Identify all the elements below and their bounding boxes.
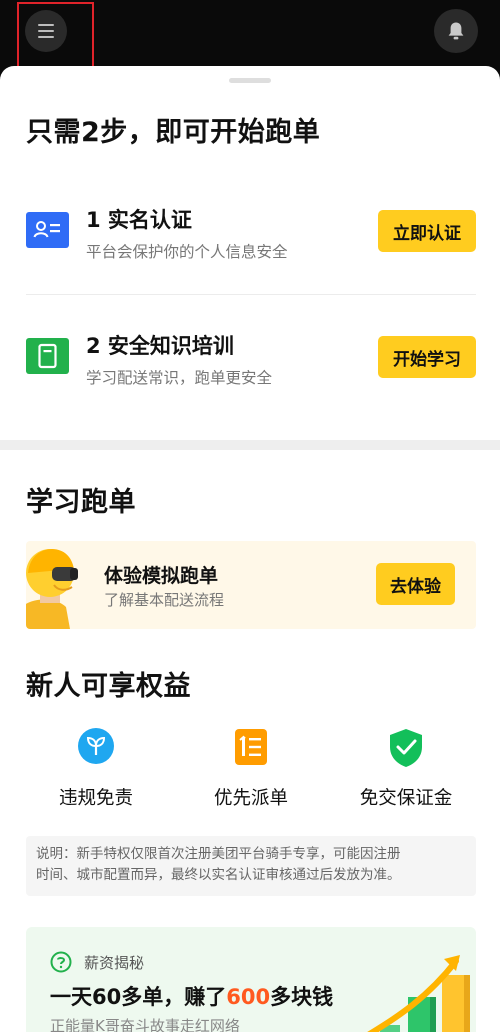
divider xyxy=(26,294,476,295)
growth-chart-illustration xyxy=(367,955,470,1032)
learn-title: 学习跑单 xyxy=(26,487,136,518)
note-line-1: 说明：新手特权仅限首次注册美团平台骑手专享，可能因注册 xyxy=(36,846,401,862)
menu-button[interactable] xyxy=(25,10,67,52)
bell-icon xyxy=(448,22,464,40)
benefits-note: 说明：新手特权仅限首次注册美团平台骑手专享，可能因注册 时间、城市配置而异，最终… xyxy=(26,836,476,896)
promo-title: 一天60多单，赚了600多块钱 xyxy=(50,981,333,1011)
salary-icon xyxy=(50,951,72,973)
promo-title-highlight: 600 xyxy=(226,985,271,1009)
benefit-no-deposit-label: 免交保证金 xyxy=(359,788,453,809)
section-separator xyxy=(0,440,500,450)
benefit-exemption[interactable] xyxy=(26,728,166,768)
note-line-2: 时间、城市配置而异，最终以实名认证审核通过后发放为准。 xyxy=(36,867,401,883)
step-verify-subtitle: 平台会保护你的个人信息安全 xyxy=(86,243,288,261)
verify-now-button[interactable]: 立即认证 xyxy=(378,210,476,252)
id-card-icon xyxy=(26,212,69,248)
top-bar xyxy=(0,0,500,68)
step-training-subtitle: 学习配送常识，跑单更安全 xyxy=(86,369,273,387)
promo-subtitle: 正能量K哥奋斗故事走红网络 xyxy=(50,1017,240,1032)
step-verify-title: 1 实名认证 xyxy=(86,208,192,232)
benefits-title: 新人可享权益 xyxy=(26,671,191,702)
promo-title-pre: 一天60多单，赚了 xyxy=(50,985,227,1009)
book-icon xyxy=(26,338,69,374)
simulation-title: 体验模拟跑单 xyxy=(104,565,219,587)
sprout-icon xyxy=(78,728,114,764)
step-training-title: 2 安全知识培训 xyxy=(86,334,234,358)
try-simulation-button[interactable]: 去体验 xyxy=(376,563,455,605)
promo-title-post: 多块钱 xyxy=(270,985,334,1009)
benefit-priority-label: 优先派单 xyxy=(213,788,288,809)
priority-list-icon xyxy=(235,729,267,765)
simulation-card[interactable]: 体验模拟跑单 了解基本配送流程 去体验 xyxy=(26,541,476,629)
start-learning-button[interactable]: 开始学习 xyxy=(378,336,476,378)
shield-check-icon xyxy=(390,729,422,767)
benefit-no-deposit[interactable] xyxy=(336,728,476,772)
sheet-handle[interactable] xyxy=(229,78,271,83)
promo-tag: 薪资揭秘 xyxy=(84,954,145,972)
benefit-priority[interactable] xyxy=(181,728,321,770)
bottom-sheet: 只需2步，即可开始跑单 1 实名认证 平台会保护你的个人信息安全 立即认证 2 … xyxy=(0,66,500,1032)
simulation-subtitle: 了解基本配送流程 xyxy=(104,591,225,609)
notification-button[interactable] xyxy=(434,9,478,53)
benefit-exemption-label: 违规免责 xyxy=(58,788,133,809)
steps-title: 只需2步，即可开始跑单 xyxy=(26,117,321,148)
salary-promo-card[interactable]: 薪资揭秘 一天60多单，赚了600多块钱 正能量K哥奋斗故事走红网络 xyxy=(26,927,476,1032)
rider-avatar-illustration xyxy=(26,549,78,629)
